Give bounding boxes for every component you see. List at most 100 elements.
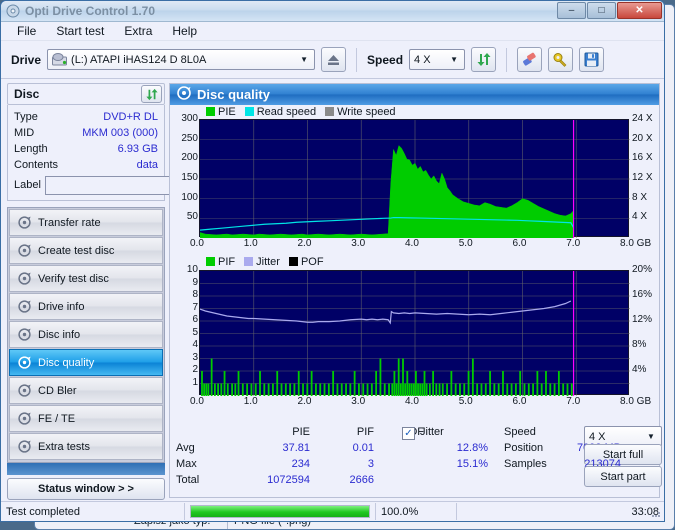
start-part-button[interactable]: Start part — [584, 466, 662, 487]
axis-tick-label: 200 — [181, 152, 198, 164]
pif-chart-plot — [199, 270, 630, 396]
speed-value: 4 X — [414, 53, 431, 66]
disc-label-row: Label — [14, 175, 216, 195]
status-message: Test completed — [6, 505, 80, 518]
progress-track — [190, 505, 370, 518]
chevron-down-icon[interactable]: ▼ — [446, 51, 462, 68]
stats-row-max: Max 234 3 15.1% Samples 213074 — [174, 458, 655, 474]
disc-refresh-button[interactable] — [141, 85, 162, 103]
menu-file[interactable]: File — [8, 22, 45, 40]
row-label-max: Max — [176, 458, 197, 470]
jitter-checkbox[interactable]: ✓ — [402, 427, 415, 440]
main-panel: Disc quality PIE Read speed Write speed 50… — [169, 83, 662, 498]
stats-row-total: Total 1072594 2666 Start part — [174, 466, 662, 490]
disc-info-key: Type — [14, 111, 38, 123]
sidebar-item-label: Disc info — [38, 328, 81, 341]
sidebar-item-cd-bler[interactable]: CD Bler — [9, 377, 163, 404]
axis-tick-label: 16% — [632, 289, 653, 300]
pie-chart-svg — [199, 120, 630, 239]
pif-chart-svg — [199, 271, 630, 396]
axis-tick-label: 300 — [181, 113, 198, 124]
close-button[interactable]: ✕ — [617, 2, 662, 19]
divider — [356, 47, 358, 72]
legend-label: POF — [300, 256, 324, 268]
max-pie-value: 234 — [291, 458, 310, 470]
axis-tick-label: 12 X — [632, 172, 653, 183]
disc-info-key: Contents — [14, 159, 59, 171]
axis-tick-label: 5.0 — [458, 238, 473, 249]
col-header-jitter: Jitter — [420, 426, 444, 438]
axis-tick-label: 3 — [192, 351, 198, 363]
refresh-button[interactable] — [471, 47, 497, 72]
menu-extra[interactable]: Extra — [115, 22, 161, 40]
minimize-button[interactable]: – — [557, 2, 586, 19]
pie-chart-plot — [199, 119, 630, 239]
max-pif-value: 3 — [367, 458, 374, 470]
sidebar-item-label: Verify test disc — [38, 272, 109, 285]
axis-tick-label: 3.0 — [351, 238, 366, 249]
sidebar-item-create-test-disc[interactable]: Create test disc — [9, 237, 163, 264]
sidebar-item-disc-quality[interactable]: Disc quality — [9, 349, 163, 376]
sidebar-item-drive-info[interactable]: Drive info — [9, 293, 163, 320]
max-jitter-value: 15.1% — [456, 458, 488, 470]
window-title: Opti Drive Control 1.70 — [25, 4, 156, 18]
legend-item: POF — [288, 256, 324, 268]
sidebar-item-fe-te[interactable]: FE / TE — [9, 405, 163, 432]
drive-select[interactable]: (L:) ATAPI iHAS124 D 8L0A ▼ — [47, 49, 316, 70]
menu-help[interactable]: Help — [163, 22, 206, 40]
save-button[interactable] — [579, 47, 605, 72]
disc-panel-header: Disc — [7, 83, 165, 105]
disc-info-key: Length — [14, 143, 48, 155]
sidebar-item-verify-test-disc[interactable]: Verify test disc — [9, 265, 163, 292]
settings-button[interactable] — [548, 47, 574, 72]
sidebar: Disc Type DVD+R DL MID MKM 003 (000) Length 6… — [7, 83, 216, 500]
disc-info-row: Length 6.93 GB — [14, 141, 158, 157]
menu-bar: File Start test Extra Help — [1, 22, 664, 41]
speed-stat-label: Speed — [504, 426, 536, 438]
disc-icon — [17, 244, 31, 258]
sidebar-item-disc-info[interactable]: Disc info — [9, 321, 163, 348]
avg-jitter-value: 12.8% — [456, 442, 488, 454]
resize-grip[interactable] — [650, 507, 662, 519]
axis-tick-label: 0.0 — [190, 238, 204, 249]
menu-start-test[interactable]: Start test — [47, 22, 113, 40]
window-controls: – □ ✕ — [557, 2, 662, 19]
drive-value: (L:) ATAPI iHAS124 D 8L0A — [71, 53, 207, 66]
axis-tick-label: 8 — [192, 289, 198, 300]
pif-chart-legend: PIF Jitter POF — [206, 256, 324, 268]
disc-icon — [17, 440, 31, 454]
chevron-down-icon[interactable]: ▼ — [296, 51, 312, 68]
axis-tick-label: 20 X — [632, 132, 653, 144]
axis-tick-label: 2.0 — [297, 238, 312, 249]
maximize-button[interactable]: □ — [587, 2, 616, 19]
disc-icon — [17, 216, 31, 230]
axis-tick-label: 5 — [192, 326, 198, 338]
disc-panel-title: Disc — [14, 87, 40, 101]
eject-button[interactable] — [321, 47, 347, 72]
sidebar-item-label: Extra tests — [38, 440, 90, 453]
sidebar-item-transfer-rate[interactable]: Transfer rate — [9, 209, 163, 236]
axis-tick-label: 8% — [632, 339, 647, 350]
content-area: Disc Type DVD+R DL MID MKM 003 (000) Length 6… — [1, 79, 664, 500]
disc-info-box: Type DVD+R DL MID MKM 003 (000) Length 6.93 G… — [7, 105, 216, 201]
axis-tick-label: 5.0 — [458, 396, 473, 407]
status-window-button[interactable]: Status window > > — [7, 478, 165, 500]
col-header-pie: PIE — [292, 426, 310, 438]
sidebar-item-label: CD Bler — [38, 384, 77, 397]
legend-item: Read speed — [244, 106, 316, 118]
title-bar[interactable]: Opti Drive Control 1.70 – □ ✕ — [1, 1, 664, 22]
sidebar-item-extra-tests[interactable]: Extra tests — [9, 433, 163, 460]
axis-tick-label: 8.0 GB — [620, 396, 652, 407]
disc-info-value: data — [136, 159, 158, 171]
clear-button[interactable] — [517, 47, 543, 72]
total-pie-value: 1072594 — [267, 474, 310, 486]
pie-chart-container: PIE Read speed Write speed 50 100 150 200 250 3… — [170, 105, 664, 255]
axis-tick-label: 0.0 — [190, 396, 204, 407]
statistics-panel: PIE PIF POF ✓ Jitter Speed 1.91 X 4 X ▼ … — [174, 426, 662, 494]
sidebar-item-label: Drive info — [38, 300, 85, 313]
pif-chart-container: PIF Jitter POF 1 2 3 4 5 6 7 8 9 10 4% 8% 12% 16% 20% 0… — [170, 256, 664, 421]
axis-tick-label: 4% — [632, 364, 647, 375]
speed-label: Speed — [367, 52, 404, 67]
speed-select[interactable]: 4 X ▼ — [409, 49, 466, 70]
axis-tick-label: 4 — [192, 339, 198, 350]
